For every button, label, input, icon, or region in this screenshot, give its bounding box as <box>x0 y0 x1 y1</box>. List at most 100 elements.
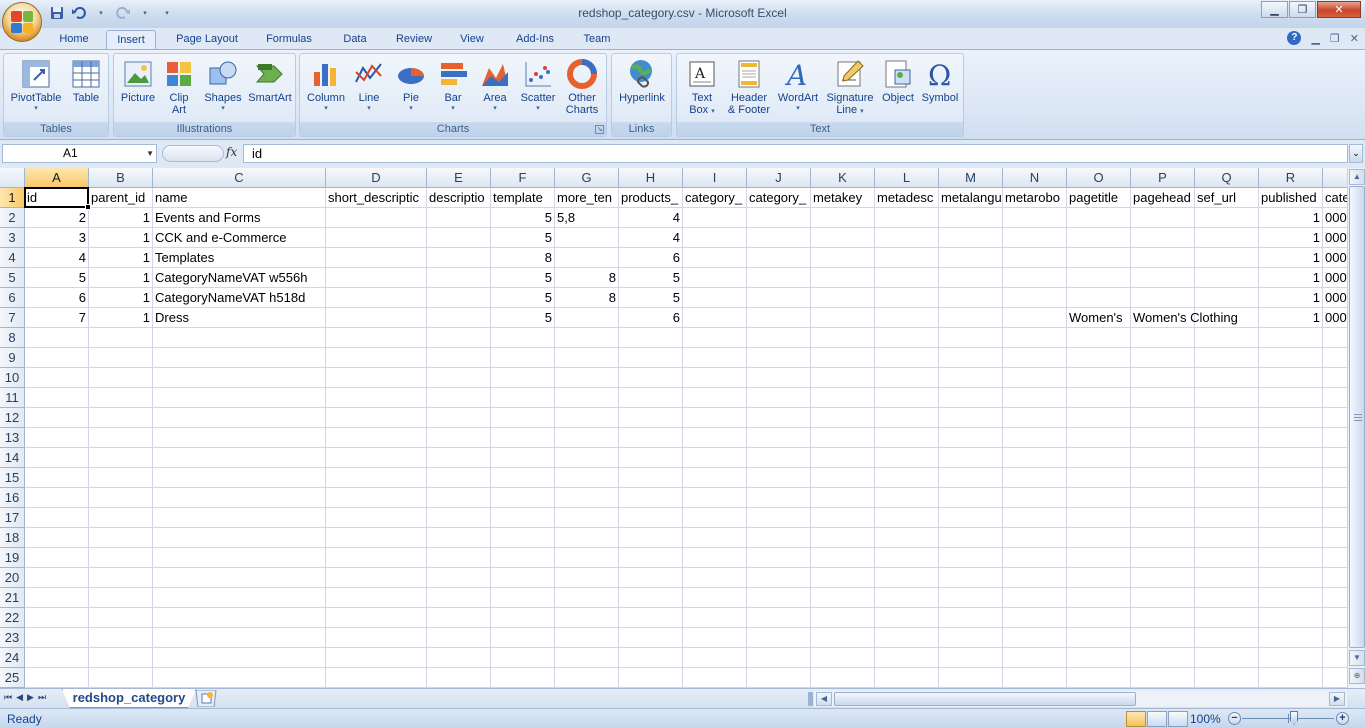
cell[interactable] <box>1195 388 1259 408</box>
cell[interactable] <box>939 628 1003 648</box>
formula-input[interactable]: id <box>243 144 1348 163</box>
last-sheet-icon[interactable]: ⏭ <box>38 692 46 703</box>
cell[interactable] <box>555 548 619 568</box>
zoom-slider-thumb[interactable] <box>1290 711 1298 725</box>
cell[interactable]: products_ <box>619 188 683 208</box>
cell[interactable] <box>939 388 1003 408</box>
cell[interactable]: 1 <box>89 208 153 228</box>
cell[interactable] <box>427 648 491 668</box>
cell[interactable] <box>555 448 619 468</box>
cell[interactable] <box>875 568 939 588</box>
cell[interactable] <box>25 628 89 648</box>
cell[interactable]: 1 <box>89 248 153 268</box>
cell[interactable] <box>1067 528 1131 548</box>
cell[interactable] <box>1323 428 1347 448</box>
cell[interactable] <box>811 608 875 628</box>
cell[interactable] <box>427 328 491 348</box>
cell[interactable] <box>1003 668 1067 688</box>
cell[interactable] <box>1003 348 1067 368</box>
cell[interactable] <box>153 508 326 528</box>
cell[interactable] <box>875 388 939 408</box>
cell[interactable]: published <box>1259 188 1323 208</box>
cell[interactable] <box>619 348 683 368</box>
cell[interactable] <box>326 608 427 628</box>
cell[interactable] <box>153 448 326 468</box>
cell[interactable]: 5 <box>491 208 555 228</box>
cell[interactable] <box>89 668 153 688</box>
split-box-icon[interactable]: ⊕ <box>1349 668 1365 684</box>
formula-oval-button[interactable] <box>162 145 224 162</box>
cell[interactable] <box>555 368 619 388</box>
cell[interactable] <box>25 568 89 588</box>
cell[interactable] <box>1067 568 1131 588</box>
cell[interactable] <box>326 468 427 488</box>
cell[interactable] <box>1067 628 1131 648</box>
cell[interactable]: 7 <box>25 308 89 328</box>
cell[interactable] <box>89 608 153 628</box>
cell[interactable] <box>555 588 619 608</box>
cell[interactable] <box>747 388 811 408</box>
cell[interactable] <box>555 328 619 348</box>
cell[interactable] <box>427 288 491 308</box>
cell[interactable] <box>326 548 427 568</box>
cell[interactable] <box>939 308 1003 328</box>
cell[interactable] <box>491 648 555 668</box>
cell[interactable]: 000 <box>1323 208 1347 228</box>
cell[interactable] <box>747 208 811 228</box>
cell[interactable] <box>683 488 747 508</box>
cell[interactable] <box>747 548 811 568</box>
cell[interactable] <box>1131 568 1195 588</box>
cell[interactable] <box>1195 348 1259 368</box>
cell[interactable]: parent_id <box>89 188 153 208</box>
bar-chart-button[interactable]: Bar ▾ <box>434 56 472 120</box>
cell[interactable] <box>326 648 427 668</box>
cell[interactable] <box>683 368 747 388</box>
cell[interactable] <box>326 288 427 308</box>
cell[interactable] <box>1323 548 1347 568</box>
cell[interactable] <box>326 248 427 268</box>
cell[interactable]: 000 <box>1323 288 1347 308</box>
cell[interactable] <box>1003 548 1067 568</box>
cell[interactable]: 8 <box>555 268 619 288</box>
cell[interactable] <box>1003 428 1067 448</box>
workbook-close-icon[interactable]: ✕ <box>1350 32 1359 45</box>
cell[interactable] <box>555 608 619 628</box>
cell[interactable] <box>89 388 153 408</box>
header-footer-button[interactable]: Header & Footer <box>723 56 775 120</box>
column-header[interactable]: R <box>1259 168 1323 188</box>
cell[interactable] <box>1259 568 1323 588</box>
cell[interactable] <box>939 588 1003 608</box>
cell[interactable] <box>939 228 1003 248</box>
cell[interactable] <box>1323 348 1347 368</box>
cell[interactable] <box>25 408 89 428</box>
cell[interactable] <box>326 328 427 348</box>
cell[interactable] <box>1003 628 1067 648</box>
cell[interactable] <box>1259 628 1323 648</box>
select-all-corner[interactable] <box>0 168 25 188</box>
cell[interactable] <box>326 488 427 508</box>
row-header[interactable]: 13 <box>0 428 25 448</box>
cell[interactable]: 5 <box>491 308 555 328</box>
name-box-dropdown-icon[interactable]: ▼ <box>146 145 154 162</box>
cell[interactable] <box>153 568 326 588</box>
cell[interactable] <box>153 328 326 348</box>
cell[interactable] <box>25 328 89 348</box>
cell[interactable] <box>555 228 619 248</box>
cell[interactable] <box>875 528 939 548</box>
cell[interactable] <box>1195 328 1259 348</box>
cell[interactable] <box>939 248 1003 268</box>
column-header[interactable]: K <box>811 168 875 188</box>
cell[interactable] <box>1195 368 1259 388</box>
scatter-chart-button[interactable]: Scatter ▾ <box>516 56 560 120</box>
column-header[interactable]: M <box>939 168 1003 188</box>
cell[interactable] <box>491 388 555 408</box>
cell[interactable] <box>1195 588 1259 608</box>
cell[interactable]: 5 <box>619 288 683 308</box>
cell[interactable]: category_ <box>747 188 811 208</box>
cell[interactable] <box>1067 248 1131 268</box>
cell[interactable] <box>747 488 811 508</box>
cell[interactable] <box>619 508 683 528</box>
row-header[interactable]: 10 <box>0 368 25 388</box>
pivot-table-button[interactable]: PivotTable ▾ <box>7 56 65 120</box>
cell[interactable] <box>1131 368 1195 388</box>
